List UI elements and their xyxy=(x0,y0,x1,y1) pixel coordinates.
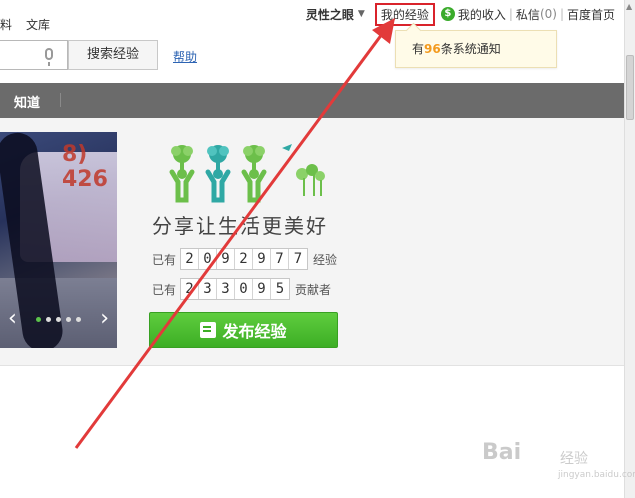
username-link[interactable]: 灵性之眼 xyxy=(306,6,354,23)
publish-button-label: 发布经验 xyxy=(222,322,287,341)
nav-item-zhidao[interactable]: 知道 xyxy=(14,92,40,111)
watermark-text: 经验 xyxy=(560,451,588,467)
chevron-right-icon[interactable]: › xyxy=(100,308,109,330)
vertical-scrollbar[interactable]: ▲ xyxy=(624,0,635,498)
counter-digit: 3 xyxy=(217,279,236,299)
notice-count: 96 xyxy=(424,42,441,56)
top-nav: 资料 文库 xyxy=(0,16,50,33)
counter-prefix: 已有 xyxy=(152,252,177,267)
counter-prefix: 已有 xyxy=(152,282,177,297)
carousel-controls: ‹ › xyxy=(0,307,117,331)
carousel-dot[interactable] xyxy=(36,316,41,322)
carousel-dots xyxy=(36,316,81,322)
publish-experience-button[interactable]: 发布经验 xyxy=(149,312,338,348)
counter-digit: 3 xyxy=(199,279,218,299)
baidu-home-link[interactable]: 百度首页 xyxy=(567,6,615,23)
system-notice-popup[interactable]: 有96条系统通知 xyxy=(395,30,557,68)
user-bar: 灵性之眼 ▼ 我的经验 $ 我的收入 | 私信 (0) | 百度首页 xyxy=(306,2,615,26)
help-link[interactable]: 帮助 xyxy=(173,48,197,65)
counter-suffix: 贡献者 xyxy=(295,282,332,297)
experience-counter: 已有 2 0 9 2 9 7 7 经验 xyxy=(152,248,337,270)
contributor-counter: 已有 2 3 3 0 9 5 贡献者 xyxy=(152,278,331,300)
carousel-dot[interactable] xyxy=(46,316,51,322)
counter-digit: 0 xyxy=(199,249,218,269)
chevron-left-icon[interactable]: ‹ xyxy=(8,308,17,330)
watermark-url: jingyan.baidu.com xyxy=(558,470,635,480)
counter-digit: 2 xyxy=(181,249,200,269)
income-dollar-icon: $ xyxy=(440,7,455,21)
counter-digit: 5 xyxy=(275,281,285,297)
nav-link-ziliao[interactable]: 资料 xyxy=(0,16,12,33)
nav-link-wenku[interactable]: 文库 xyxy=(26,16,50,33)
divider: | xyxy=(559,7,564,21)
divider: | xyxy=(508,7,513,21)
counter-digit: 7 xyxy=(271,249,290,269)
edit-icon xyxy=(200,322,217,338)
scroll-up-icon[interactable]: ▲ xyxy=(626,2,632,11)
carousel-dot[interactable] xyxy=(76,316,81,322)
counter-digit: 2 xyxy=(235,249,254,269)
counter-digit: 9 xyxy=(253,249,272,269)
category-nav-bar: 知道 xyxy=(0,83,624,118)
counter-digit: 7 xyxy=(293,251,303,267)
counter-digit: 9 xyxy=(253,279,272,299)
baidu-watermark-logo: Bai xyxy=(482,440,522,465)
counter-digit: 2 xyxy=(181,279,200,299)
counter-digit: 9 xyxy=(217,249,236,269)
search-button[interactable]: 搜索经验 xyxy=(68,40,158,70)
counter-digit: 0 xyxy=(235,279,254,299)
counter-digits: 2 3 3 0 9 5 xyxy=(180,278,291,300)
my-experience-link[interactable]: 我的经验 xyxy=(374,2,435,26)
messages-link[interactable]: 私信 xyxy=(516,6,540,23)
notice-suffix: 条系统通知 xyxy=(440,42,501,56)
divider xyxy=(60,93,61,107)
counter-digits: 2 0 9 2 9 7 7 xyxy=(180,248,309,270)
carousel-image-text: 8) 426 xyxy=(62,142,108,192)
banner-carousel[interactable]: 8) 426 ‹ › xyxy=(0,132,117,348)
search-input[interactable] xyxy=(0,40,68,70)
my-income-link[interactable]: 我的收入 xyxy=(458,6,506,23)
carousel-dot[interactable] xyxy=(56,316,61,322)
notice-prefix: 有 xyxy=(412,42,425,56)
counter-suffix: 经验 xyxy=(313,252,338,267)
slogan-text: 分享让生活更美好 xyxy=(152,214,328,238)
jingyan-logo-icon xyxy=(169,144,325,203)
chevron-down-icon[interactable]: ▼ xyxy=(358,9,365,19)
messages-count: (0) xyxy=(539,7,557,21)
microphone-icon[interactable] xyxy=(45,48,53,66)
scrollbar-thumb[interactable] xyxy=(626,55,634,120)
carousel-dot[interactable] xyxy=(66,316,71,322)
